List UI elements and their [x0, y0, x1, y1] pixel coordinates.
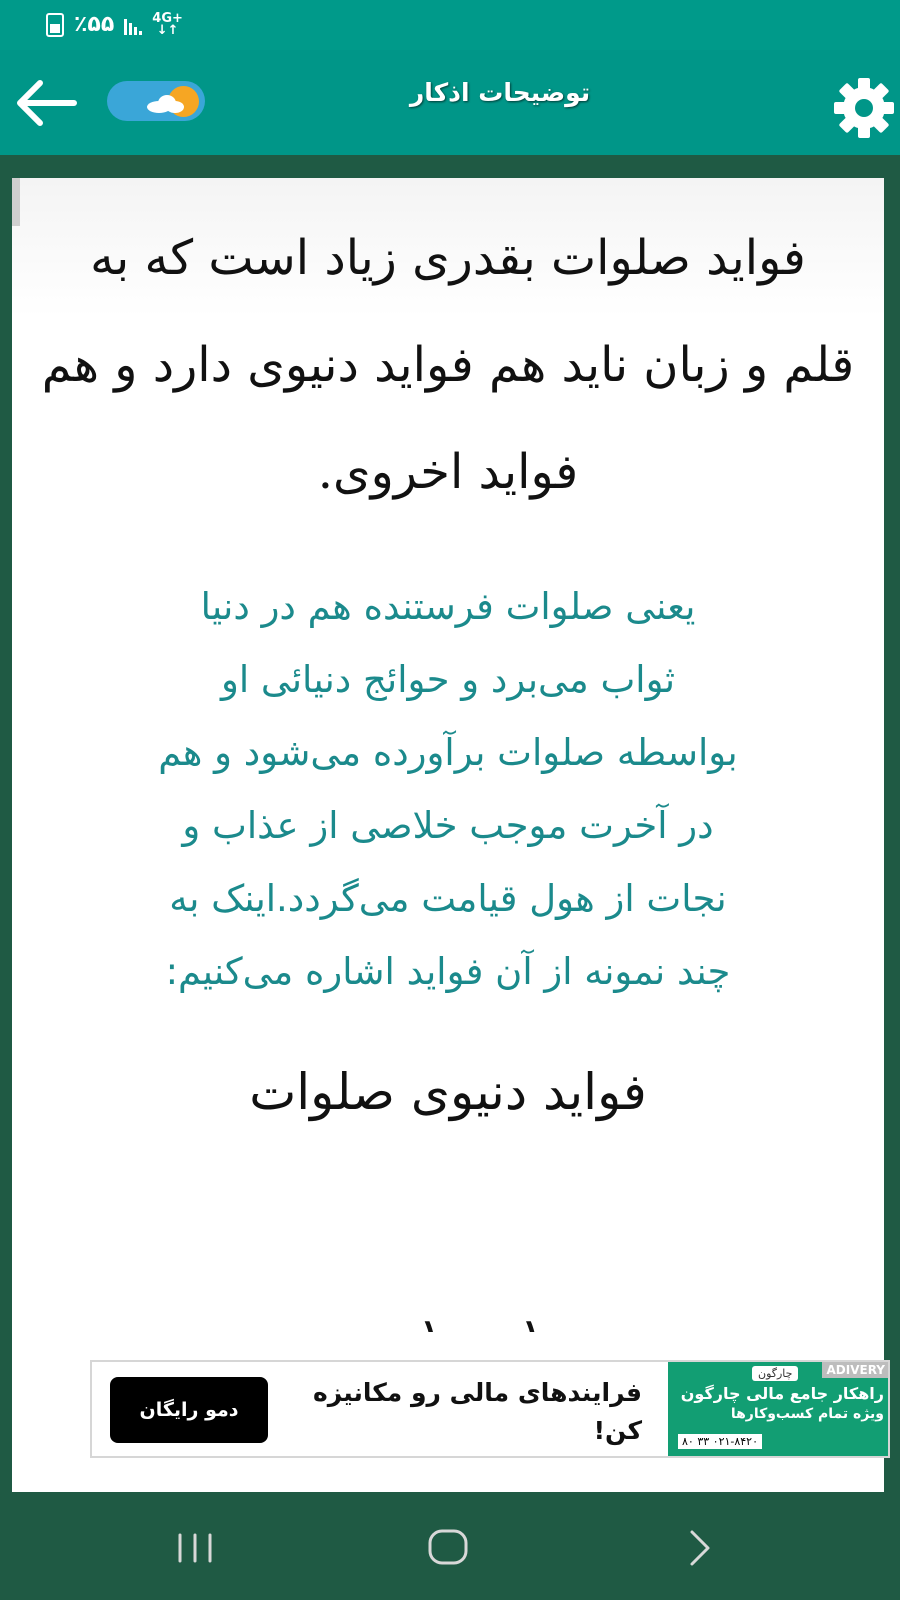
- home-button[interactable]: [420, 1523, 480, 1573]
- heading-line-1: فواید صلوات بقدری زیاد است که به: [90, 230, 806, 286]
- signal-strength-icon: [124, 15, 143, 35]
- heading-line-2: قلم و زبان ناید هم فواید دنیوی دارد و هم: [41, 337, 855, 393]
- ad-image[interactable]: ADIVERY چارگون راهکار جامع مالی چارگون و…: [668, 1362, 888, 1456]
- arrow-left-icon: [17, 80, 77, 126]
- battery-icon: [46, 12, 64, 37]
- ad-phone-number: ۰۲۱-۸۴۲۰ ۳۳ ۸۰: [678, 1434, 762, 1449]
- body-line-4: در آخرت موجب خلاصی از عذاب و: [182, 804, 714, 847]
- app-bar: توضیحات اذکار: [0, 50, 900, 155]
- gear-icon: [834, 78, 894, 138]
- section-subheading: فواید دنیوی صلوات: [249, 1063, 647, 1121]
- network-type-indicator: 4G+ ↓↑: [152, 12, 183, 38]
- cloud-icon: [147, 95, 184, 113]
- page-title: توضیحات اذکار: [409, 78, 591, 107]
- status-indicators: ٪۵۵ 4G+ ↓↑: [46, 12, 183, 37]
- body-line-6: چند نمونه از آن فواید اشاره می‌کنیم:: [165, 950, 731, 993]
- back-button[interactable]: [12, 78, 78, 128]
- system-navigation-bar: [0, 1495, 900, 1600]
- partial-text-line: ۱ . ۱۰: [332, 1306, 632, 1332]
- body-line-1: یعنی صلوات فرستنده هم در دنیا: [200, 585, 696, 628]
- ad-brand-logo: چارگون: [752, 1366, 799, 1381]
- battery-percentage: ٪۵۵: [74, 12, 115, 37]
- settings-button[interactable]: [832, 76, 896, 140]
- body-paragraph: یعنی صلوات فرستنده هم در دنیا ثواب می‌بر…: [42, 570, 854, 1008]
- theme-toggle[interactable]: [107, 81, 205, 121]
- ad-banner[interactable]: دمو رایگان فرایندهای مالی رو مکانیزه کن!…: [90, 1360, 890, 1458]
- ad-network-badge: ADIVERY: [821, 1362, 888, 1378]
- ad-image-title: راهکار جامع مالی چارگون: [680, 1384, 884, 1403]
- back-nav-button[interactable]: [672, 1523, 732, 1573]
- home-icon: [428, 1529, 468, 1565]
- body-line-5: نجات از هول قیامت می‌گردد.اینک به: [169, 877, 727, 920]
- recent-apps-icon: [178, 1533, 212, 1563]
- chevron-right-icon: [690, 1530, 710, 1566]
- network-activity-arrows: ↓↑: [156, 22, 179, 38]
- body-line-3: بواسطه صلوات برآورده می‌شود و هم: [158, 731, 738, 774]
- content-card: فواید صلوات بقدری زیاد است که به قلم و ز…: [12, 178, 884, 1492]
- status-bar: ٪۵۵ 4G+ ↓↑: [0, 0, 900, 50]
- ad-image-subtitle: ویژه تمام کسب‌وکارها: [730, 1406, 884, 1422]
- ad-demo-button[interactable]: دمو رایگان: [110, 1377, 268, 1443]
- recent-apps-button[interactable]: [168, 1523, 228, 1573]
- body-line-2: ثواب می‌برد و حوائج دنیائی او: [221, 658, 675, 701]
- ad-headline: فرایندهای مالی رو مکانیزه کن!: [312, 1378, 642, 1445]
- heading-line-3: فواید اخروی.: [317, 444, 579, 500]
